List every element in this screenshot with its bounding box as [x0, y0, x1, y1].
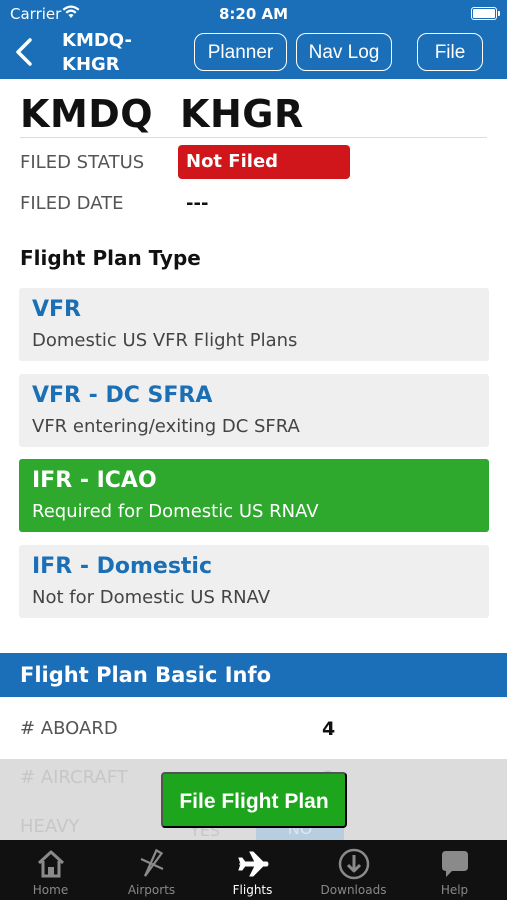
file-button[interactable]: File	[417, 33, 483, 71]
plan-option-name: IFR - Domestic	[32, 554, 213, 579]
aboard-label: # ABOARD	[20, 718, 118, 739]
tab-label: Help	[440, 883, 469, 897]
file-flight-plan-button[interactable]: File Flight Plan	[161, 772, 347, 828]
heavy-label: HEAVY	[20, 816, 80, 837]
airplane-icon	[238, 851, 269, 877]
nav-log-button[interactable]: Nav Log	[296, 33, 392, 71]
filed-status-badge: Not Filed	[178, 145, 350, 179]
departure-code: KMDQ	[20, 92, 154, 136]
plan-option-description: Required for Domestic US RNAV	[32, 501, 319, 522]
tab-downloads[interactable]: Downloads	[303, 840, 404, 900]
tab-label: Flights	[232, 883, 273, 897]
plan-option-ifr-icao[interactable]: IFR - ICAO Required for Domestic US RNAV	[19, 459, 489, 532]
help-chat-icon	[442, 851, 468, 877]
aircraft-count-label: # AIRCRAFT	[20, 767, 128, 788]
battery-icon	[471, 7, 500, 20]
divider	[20, 137, 487, 138]
tab-label: Downloads	[320, 883, 387, 897]
plan-option-description: VFR entering/exiting DC SFRA	[32, 416, 300, 437]
plan-type-title: Flight Plan Type	[20, 246, 201, 270]
nav-title: KMDQ-KHGR	[62, 30, 132, 75]
clock: 8:20 AM	[218, 5, 289, 23]
top-bar: Carrier 8:20 AM KMDQ-KHGR Planner Nav Lo…	[0, 0, 507, 79]
tab-label: Airports	[127, 883, 176, 897]
plan-option-vfr[interactable]: VFR Domestic US VFR Flight Plans	[19, 288, 489, 361]
plan-option-name: IFR - ICAO	[32, 468, 157, 493]
airports-icon	[140, 848, 164, 877]
back-chevron-icon[interactable]	[12, 36, 38, 68]
plan-option-vfr-dc-sfra[interactable]: VFR - DC SFRA VFR entering/exiting DC SF…	[19, 374, 489, 447]
plan-option-ifr-domestic[interactable]: IFR - Domestic Not for Domestic US RNAV	[19, 545, 489, 618]
tab-label: Home	[32, 883, 69, 897]
download-icon	[338, 848, 370, 880]
filed-status-label: FILED STATUS	[20, 152, 145, 173]
filed-date-value: ---	[186, 193, 209, 214]
tab-flights[interactable]: Flights	[202, 840, 303, 900]
plan-option-name: VFR	[32, 297, 81, 322]
tab-help[interactable]: Help	[404, 840, 505, 900]
home-icon	[37, 850, 65, 878]
plan-option-description: Not for Domestic US RNAV	[32, 587, 271, 608]
tab-bar: Home Airports Flights Downloads Help	[0, 840, 507, 900]
filed-date-label: FILED DATE	[20, 193, 124, 214]
tab-home[interactable]: Home	[0, 840, 101, 900]
tab-airports[interactable]: Airports	[101, 840, 202, 900]
aboard-value[interactable]: 4	[322, 718, 335, 740]
destination-code: KHGR	[180, 92, 304, 136]
plan-option-description: Domestic US VFR Flight Plans	[32, 330, 298, 351]
planner-button[interactable]: Planner	[194, 33, 287, 71]
plan-option-name: VFR - DC SFRA	[32, 383, 213, 408]
basic-info-header: Flight Plan Basic Info	[0, 653, 507, 697]
status-bar: Carrier 8:20 AM	[0, 0, 507, 28]
